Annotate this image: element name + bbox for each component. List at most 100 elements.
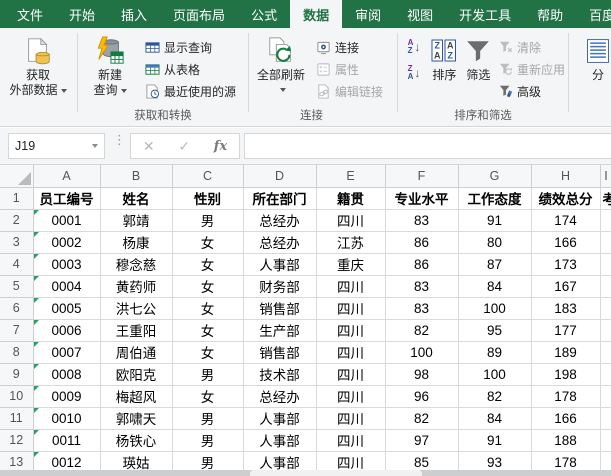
row-header-8[interactable]: 8 [0,341,34,364]
cell-E5[interactable]: 四川 [316,275,386,298]
cell-D7[interactable]: 生产部 [243,319,317,342]
cell-H1[interactable]: 绩效总分 [531,187,601,210]
cell-I6[interactable] [600,297,611,320]
new-query-button[interactable]: 新建 查询 [79,34,141,98]
row-header-10[interactable]: 10 [0,385,34,408]
sort-button[interactable]: Z A A Z 排序 [427,34,462,83]
text-to-columns-button[interactable]: 分 [584,34,611,83]
cell-A3[interactable]: 0002 [33,231,101,254]
row-header-4[interactable]: 4 [0,253,34,276]
cell-F9[interactable]: 98 [385,363,459,386]
cell-D6[interactable]: 销售部 [243,297,317,320]
horizontal-scrollbar-thumb[interactable] [250,470,422,476]
tab-开发工具[interactable]: 开发工具 [446,0,524,28]
cell-H2[interactable]: 174 [531,209,601,232]
cell-E8[interactable]: 四川 [316,341,386,364]
column-header-H[interactable]: H [531,165,601,188]
column-header-A[interactable]: A [33,165,101,188]
cell-B7[interactable]: 王重阳 [100,319,173,342]
cell-F6[interactable]: 83 [385,297,459,320]
cell-A4[interactable]: 0003 [33,253,101,276]
show-queries-button[interactable]: 显示查询 [141,36,240,58]
cell-I2[interactable] [600,209,611,232]
cell-E4[interactable]: 重庆 [316,253,386,276]
tab-视图[interactable]: 视图 [394,0,446,28]
cell-H7[interactable]: 177 [531,319,601,342]
cell-H12[interactable]: 188 [531,429,601,452]
cell-F1[interactable]: 专业水平 [385,187,459,210]
cell-C12[interactable]: 男 [172,429,244,452]
cell-A1[interactable]: 员工编号 [33,187,101,210]
cell-F12[interactable]: 97 [385,429,459,452]
cell-H6[interactable]: 183 [531,297,601,320]
cell-C9[interactable]: 男 [172,363,244,386]
name-box-caret-icon[interactable] [92,144,98,148]
column-header-I[interactable]: I [600,165,611,188]
cell-C2[interactable]: 男 [172,209,244,232]
sort-descending-button[interactable]: ZA ↓ [402,62,426,84]
cell-E6[interactable]: 四川 [316,297,386,320]
sort-ascending-button[interactable]: AZ ↓ [402,36,426,58]
formula-bar-resize-handle[interactable]: ⋮ [113,133,126,146]
cell-G7[interactable]: 95 [458,319,532,342]
cell-B4[interactable]: 穆念慈 [100,253,173,276]
cell-D8[interactable]: 销售部 [243,341,317,364]
tab-百度网盘[interactable]: 百度网盘 [576,0,611,28]
cell-I8[interactable] [600,341,611,364]
cell-I12[interactable] [600,429,611,452]
cell-A5[interactable]: 0004 [33,275,101,298]
refresh-all-button[interactable]: 全部刷新 [250,34,312,97]
column-header-B[interactable]: B [100,165,173,188]
cell-D4[interactable]: 人事部 [243,253,317,276]
cell-E1[interactable]: 籍贯 [316,187,386,210]
tab-帮助[interactable]: 帮助 [524,0,576,28]
cell-F2[interactable]: 83 [385,209,459,232]
filter-button[interactable]: 筛选 [462,34,495,83]
cell-A9[interactable]: 0008 [33,363,101,386]
formula-input[interactable] [244,133,611,159]
cell-H10[interactable]: 178 [531,385,601,408]
recent-sources-button[interactable]: 最近使用的源 [141,80,240,102]
cell-H5[interactable]: 167 [531,275,601,298]
row-header-3[interactable]: 3 [0,231,34,254]
tab-文件[interactable]: 文件 [4,0,56,28]
cell-F4[interactable]: 86 [385,253,459,276]
cell-G2[interactable]: 91 [458,209,532,232]
cell-E9[interactable]: 四川 [316,363,386,386]
cell-E3[interactable]: 江苏 [316,231,386,254]
cell-G9[interactable]: 100 [458,363,532,386]
cell-I3[interactable] [600,231,611,254]
cell-C10[interactable]: 女 [172,385,244,408]
cell-C11[interactable]: 男 [172,407,244,430]
cell-F3[interactable]: 86 [385,231,459,254]
cell-B2[interactable]: 郭靖 [100,209,173,232]
column-header-C[interactable]: C [172,165,244,188]
cell-F8[interactable]: 100 [385,341,459,364]
cell-G11[interactable]: 84 [458,407,532,430]
cell-D5[interactable]: 财务部 [243,275,317,298]
cell-G6[interactable]: 100 [458,297,532,320]
column-header-F[interactable]: F [385,165,459,188]
cell-I10[interactable] [600,385,611,408]
cell-D1[interactable]: 所在部门 [243,187,317,210]
cell-G1[interactable]: 工作态度 [458,187,532,210]
cell-D11[interactable]: 人事部 [243,407,317,430]
cell-I9[interactable] [600,363,611,386]
tab-审阅[interactable]: 审阅 [342,0,394,28]
column-header-E[interactable]: E [316,165,386,188]
row-header-6[interactable]: 6 [0,297,34,320]
cell-I4[interactable] [600,253,611,276]
column-header-G[interactable]: G [458,165,532,188]
cell-D10[interactable]: 总经办 [243,385,317,408]
cell-C6[interactable]: 女 [172,297,244,320]
from-table-button[interactable]: 从表格 [141,58,240,80]
cell-G12[interactable]: 91 [458,429,532,452]
cell-G10[interactable]: 82 [458,385,532,408]
column-header-D[interactable]: D [243,165,317,188]
name-box[interactable]: J19 [8,133,105,159]
cell-B8[interactable]: 周伯通 [100,341,173,364]
cell-I11[interactable] [600,407,611,430]
cell-H11[interactable]: 166 [531,407,601,430]
cell-G5[interactable]: 84 [458,275,532,298]
cell-F7[interactable]: 82 [385,319,459,342]
